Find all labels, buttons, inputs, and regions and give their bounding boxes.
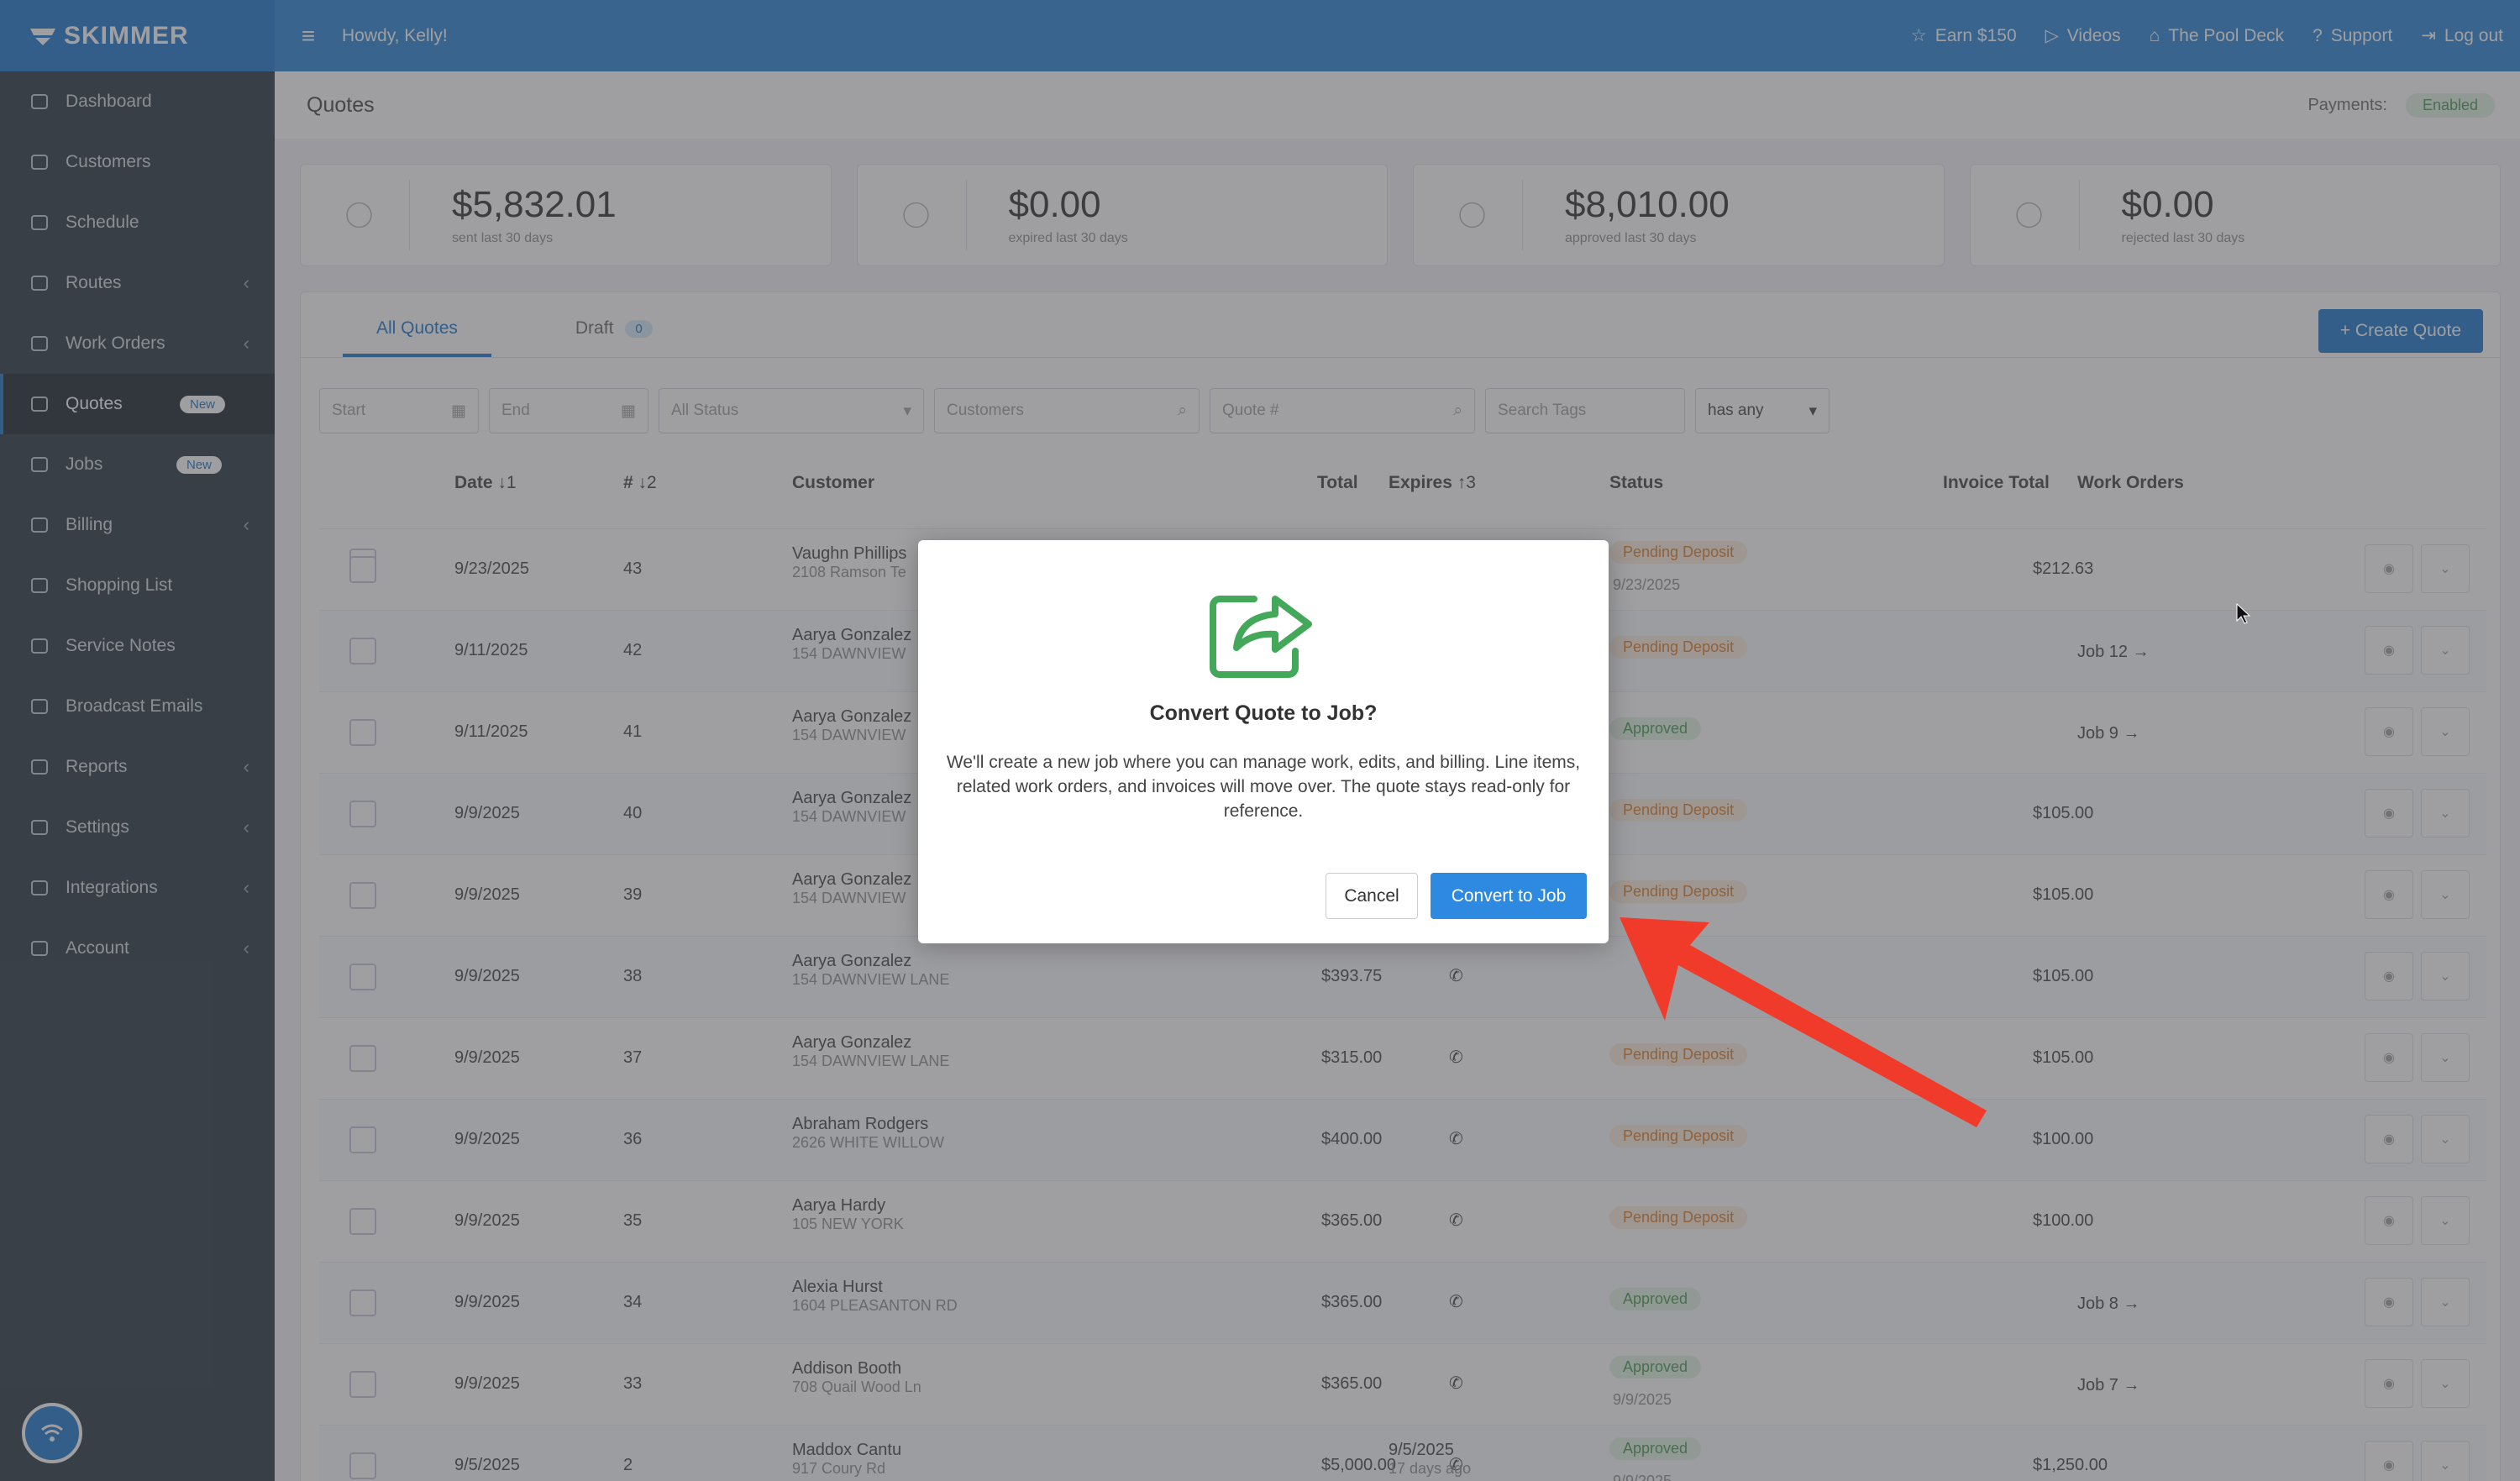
annotation-arrow-icon: [1620, 917, 1987, 1127]
app-root: SKIMMER Dashboard Customers Schedule Routes…: [0, 0, 2520, 1481]
mouse-cursor-icon: [2236, 603, 2251, 624]
